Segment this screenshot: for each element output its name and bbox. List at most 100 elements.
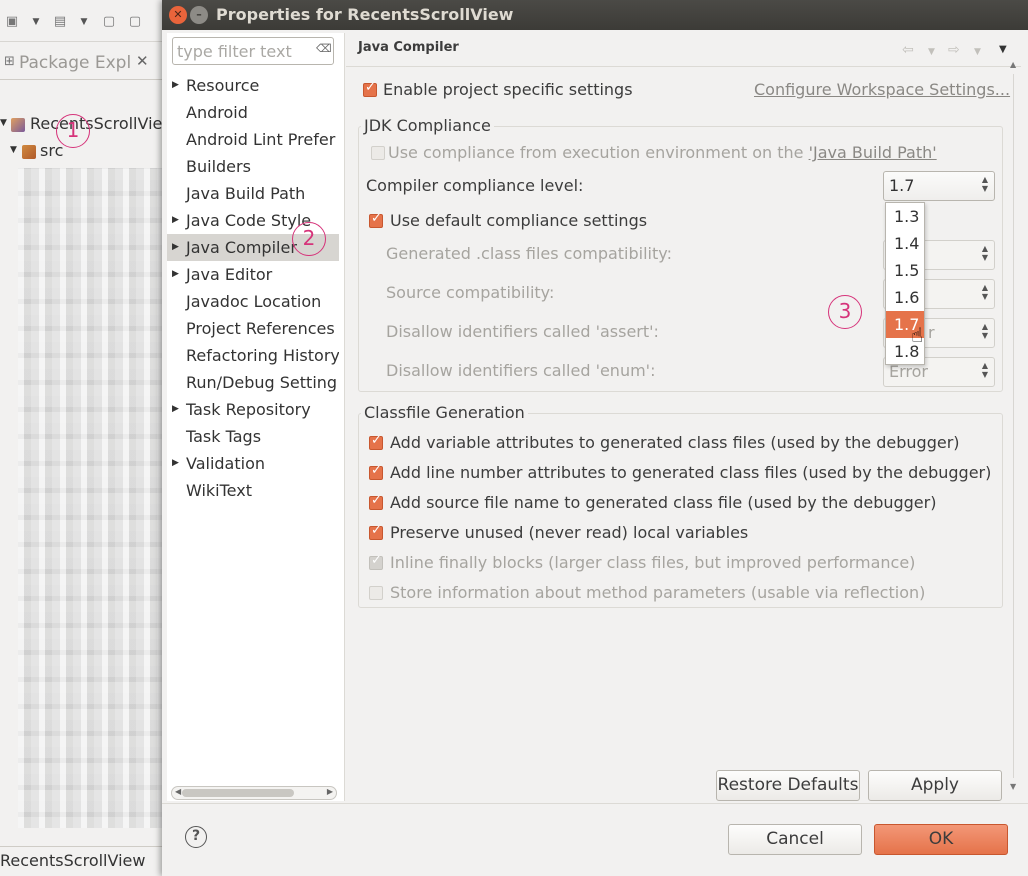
chevron-right-icon[interactable]: ▶: [172, 72, 179, 99]
package-explorer-label: Package Expl: [19, 53, 132, 73]
dialog-title: Properties for RecentsScrollView: [216, 5, 514, 24]
use-compliance-checkbox[interactable]: [371, 146, 385, 160]
package-explorer-icon: ⊞: [4, 54, 15, 69]
nav-item[interactable]: Builders: [167, 153, 339, 180]
assert-value: r: [928, 323, 935, 342]
chevron-down-icon[interactable]: ▼: [974, 47, 981, 57]
nav-item[interactable]: ▶ Validation: [167, 450, 339, 477]
use-default-label: Use default compliance settings: [390, 211, 648, 230]
chevron-right-icon[interactable]: ▶: [172, 396, 179, 423]
mouse-pointer-icon: ☝: [911, 323, 924, 347]
scroll-down-icon[interactable]: ▼: [1010, 782, 1016, 791]
classfile-option-checkbox[interactable]: [369, 553, 383, 570]
annotation-marker-1: 1: [56, 114, 90, 148]
src-label: src: [40, 141, 64, 160]
nav-item-label: Javadoc Location: [186, 292, 322, 311]
scrollbar-track[interactable]: [1013, 74, 1018, 778]
ok-button[interactable]: OK: [874, 824, 1008, 855]
scroll-right-icon[interactable]: ▶: [327, 787, 333, 796]
new-file-icon[interactable]: ▣: [4, 14, 20, 30]
scroll-up-icon[interactable]: ▲: [1010, 60, 1016, 69]
nav-item[interactable]: ▶ Resource: [167, 72, 339, 99]
spinner-icon: ▲ ▼: [981, 244, 988, 262]
nav-item[interactable]: Android: [167, 99, 339, 126]
clear-filter-icon[interactable]: ⌫: [316, 42, 332, 56]
nav-item-label: Task Repository: [186, 400, 311, 419]
chevron-down-icon[interactable]: ▼: [10, 145, 17, 155]
close-icon[interactable]: ✕: [136, 52, 149, 70]
classfile-option-checkbox[interactable]: [369, 523, 383, 540]
forward-icon[interactable]: ⇨: [948, 42, 960, 58]
chevron-down-icon[interactable]: ▼: [79, 14, 89, 30]
nav-item[interactable]: ▶ Task Repository: [167, 396, 339, 423]
generated-compat-label: Generated .class files compatibility:: [386, 244, 672, 263]
help-icon[interactable]: ?: [185, 826, 207, 848]
divider: [162, 803, 1028, 804]
page-vertical-scrollbar[interactable]: ▲ ▼: [1010, 60, 1022, 800]
annotation-marker-2: 2: [292, 222, 326, 256]
nav-item[interactable]: Java Build Path: [167, 180, 339, 207]
classfile-option-checkbox[interactable]: [369, 463, 383, 480]
dropdown-option[interactable]: 1.6: [886, 284, 924, 311]
java-build-path-link[interactable]: 'Java Build Path': [809, 143, 937, 162]
new-package-icon[interactable]: ▤: [52, 14, 68, 30]
classfile-option-label: Add source file name to generated class …: [390, 493, 937, 512]
enable-specific-label: Enable project specific settings: [383, 80, 633, 99]
nav-item-label: Java Code Style: [186, 211, 312, 230]
back-icon[interactable]: ⇦: [902, 42, 914, 58]
compliance-level-select[interactable]: 1.7 ▲ ▼: [883, 171, 995, 201]
chevron-down-icon[interactable]: ▼: [0, 118, 7, 128]
filter-input[interactable]: [172, 37, 334, 65]
annotation-marker-3: 3: [828, 295, 862, 329]
classfile-option-checkbox[interactable]: [369, 586, 383, 600]
nav-item[interactable]: WikiText: [167, 477, 339, 504]
dropdown-option[interactable]: 1.3: [886, 203, 924, 230]
source-folder-icon: [22, 145, 36, 159]
dialog-titlebar[interactable]: ✕ – Properties for RecentsScrollView: [162, 0, 1028, 30]
apply-button[interactable]: Apply: [868, 770, 1002, 801]
nav-item[interactable]: Run/Debug Setting: [167, 369, 339, 396]
nav-item[interactable]: Javadoc Location: [167, 288, 339, 315]
nav-item[interactable]: ▶ Java Editor: [167, 261, 339, 288]
scroll-left-icon[interactable]: ◀: [175, 787, 181, 796]
nav-item-label: WikiText: [186, 481, 252, 500]
classfile-option-label: Add line number attributes to generated …: [390, 463, 992, 482]
enum-label: Disallow identifiers called 'enum':: [386, 361, 656, 380]
dropdown-option[interactable]: 1.4: [886, 230, 924, 257]
close-window-button[interactable]: ✕: [169, 6, 187, 24]
nav-item-label: Refactoring History: [186, 346, 339, 365]
chevron-down-icon[interactable]: ▼: [928, 47, 935, 57]
classfile-option-label: Inline finally blocks (larger class file…: [390, 553, 916, 572]
enable-specific-checkbox[interactable]: [363, 80, 377, 97]
nav-item[interactable]: Refactoring History: [167, 342, 339, 369]
dropdown-option[interactable]: 1.5: [886, 257, 924, 284]
save-icon[interactable]: ▢: [101, 14, 117, 30]
spinner-icon: ▲ ▼: [981, 322, 988, 340]
nav-horizontal-scrollbar[interactable]: ◀ ▶: [171, 786, 337, 800]
nav-item-label: Resource: [186, 76, 260, 95]
spinner-icon: ▲ ▼: [981, 361, 988, 379]
project-label: RecentsScrollView: [30, 114, 165, 133]
nav-item[interactable]: Task Tags: [167, 423, 339, 450]
classfile-option-checkbox[interactable]: [369, 433, 383, 450]
restore-defaults-button[interactable]: Restore Defaults: [716, 770, 860, 801]
chevron-right-icon[interactable]: ▶: [172, 261, 179, 288]
package-explorer-tab[interactable]: ⊞ Package Expl ✕: [0, 46, 165, 80]
nav-item-label: Run/Debug Setting: [186, 373, 338, 392]
view-menu-icon[interactable]: ▼: [999, 44, 1007, 55]
chevron-right-icon[interactable]: ▶: [172, 234, 179, 261]
use-default-checkbox[interactable]: [369, 211, 383, 228]
classfile-option-checkbox[interactable]: [369, 493, 383, 510]
chevron-right-icon[interactable]: ▶: [172, 450, 179, 477]
status-text: RecentsScrollView: [0, 851, 146, 870]
cancel-button[interactable]: Cancel: [728, 824, 862, 855]
project-icon: [11, 118, 25, 132]
minimize-window-button[interactable]: –: [190, 6, 208, 24]
chevron-down-icon[interactable]: ▼: [31, 14, 41, 30]
nav-item[interactable]: Project References: [167, 315, 339, 342]
nav-item[interactable]: Android Lint Prefer: [167, 126, 339, 153]
chevron-right-icon[interactable]: ▶: [172, 207, 179, 234]
scrollbar-thumb[interactable]: [182, 789, 294, 797]
configure-workspace-link[interactable]: Configure Workspace Settings...: [754, 80, 1010, 99]
save-all-icon[interactable]: ▢: [127, 14, 143, 30]
